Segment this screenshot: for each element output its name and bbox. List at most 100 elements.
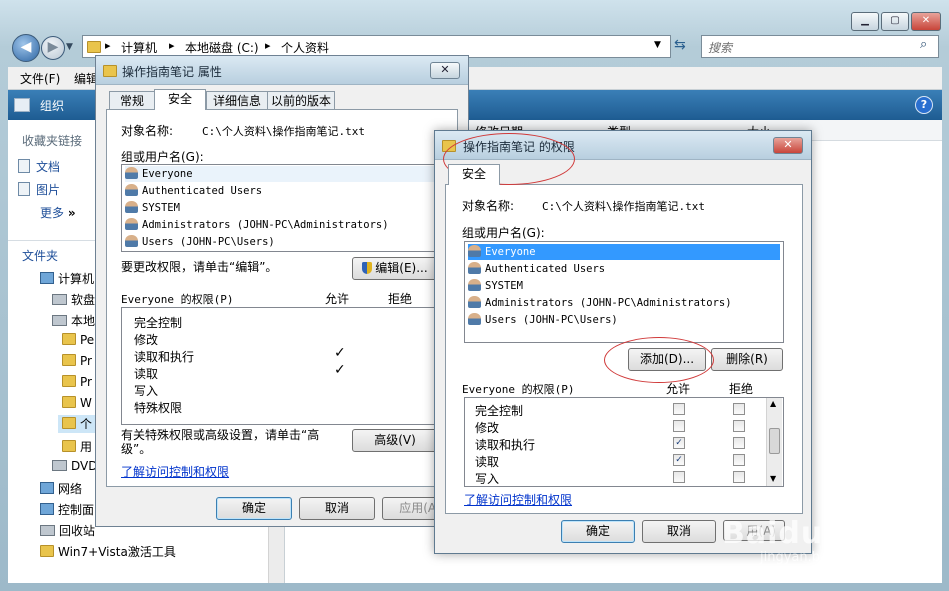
deny-checkbox[interactable] bbox=[733, 471, 745, 483]
address-sep-icon: ▸ bbox=[169, 39, 175, 52]
deny-checkbox[interactable] bbox=[733, 454, 745, 466]
tree-item[interactable]: Pe bbox=[62, 333, 94, 347]
permissions-cancel-button[interactable]: 取消 bbox=[642, 520, 716, 543]
list-item[interactable]: Authenticated Users bbox=[468, 261, 780, 277]
allow-checkbox[interactable] bbox=[673, 471, 685, 483]
tree-item[interactable]: 用 bbox=[62, 438, 92, 455]
list-item[interactable]: Users (JOHN-PC\Users) bbox=[125, 234, 449, 250]
help-icon[interactable]: ? bbox=[915, 96, 933, 114]
favorite-pictures[interactable]: 图片 bbox=[18, 181, 60, 198]
folder-icon bbox=[40, 545, 54, 557]
deny-checkbox[interactable] bbox=[733, 437, 745, 449]
scroll-up-icon[interactable]: ▲ bbox=[770, 399, 776, 408]
advanced-button[interactable]: 高级(V) bbox=[352, 429, 438, 452]
tree-item[interactable]: Win7+Vista激活工具 bbox=[40, 543, 176, 560]
users-listbox[interactable]: Everyone Authenticated Users SYSTEM Admi… bbox=[464, 241, 784, 343]
back-button[interactable]: ◀ bbox=[12, 34, 40, 62]
refresh-icon[interactable]: ⇆ bbox=[674, 37, 686, 53]
users-listbox[interactable]: Everyone Authenticated Users SYSTEM Admi… bbox=[121, 164, 453, 252]
tree-item[interactable]: Pr bbox=[62, 375, 92, 389]
tree-item[interactable]: 控制面 bbox=[40, 501, 94, 518]
permissions-close-button[interactable]: ✕ bbox=[773, 137, 803, 154]
allow-checkbox-checked[interactable]: ✓ bbox=[673, 437, 685, 449]
list-item[interactable]: Administrators (JOHN-PC\Administrators) bbox=[468, 295, 780, 311]
window-close-button[interactable]: ✕ bbox=[911, 12, 941, 31]
maximize-button[interactable]: ▢ bbox=[881, 12, 909, 31]
deny-checkbox[interactable] bbox=[733, 403, 745, 415]
list-item-selected[interactable]: Everyone bbox=[468, 244, 780, 260]
documents-icon bbox=[18, 159, 30, 173]
folder-icon bbox=[62, 396, 76, 408]
list-item[interactable]: Authenticated Users bbox=[125, 183, 449, 199]
address-crumb-computer[interactable]: 计算机 bbox=[121, 39, 157, 56]
tab-general[interactable]: 常规 bbox=[109, 91, 155, 110]
menu-file[interactable]: 文件(F) bbox=[20, 70, 60, 87]
list-item[interactable]: Everyone bbox=[125, 166, 449, 182]
tree-item[interactable]: 本地 bbox=[52, 312, 95, 329]
properties-ok-button[interactable]: 确定 bbox=[216, 497, 292, 520]
tree-item[interactable]: W bbox=[62, 396, 92, 410]
drive-icon bbox=[52, 294, 67, 305]
tree-item[interactable]: 回收站 bbox=[40, 522, 95, 539]
back-arrow-icon: ◀ bbox=[20, 39, 32, 55]
permissions-list: 完全控制 修改 读取和执行 读取 写入 ✓ ✓ ▲ ▼ bbox=[464, 397, 784, 487]
properties-title: 操作指南笔记 属性 bbox=[122, 65, 222, 79]
minimize-button[interactable]: ▁ bbox=[851, 12, 879, 31]
folder-icon bbox=[103, 65, 117, 77]
allow-header: 允许 bbox=[325, 292, 350, 306]
object-name-value: C:\个人资料\操作指南笔记.txt bbox=[542, 200, 705, 213]
deny-header: 拒绝 bbox=[388, 292, 413, 306]
favorite-more[interactable]: 更多 » bbox=[40, 204, 76, 221]
allow-checkbox[interactable] bbox=[673, 403, 685, 415]
tab-security[interactable]: 安全 bbox=[154, 89, 206, 110]
favorite-documents[interactable]: 文档 bbox=[18, 158, 60, 175]
tree-item[interactable]: 软盘 bbox=[52, 291, 95, 308]
organize-button[interactable]: 组织 bbox=[40, 97, 64, 114]
history-dropdown-icon[interactable]: ▼ bbox=[66, 42, 73, 52]
tree-item[interactable]: 计算机 bbox=[40, 270, 94, 287]
list-item[interactable]: SYSTEM bbox=[125, 200, 449, 216]
tree-item[interactable]: Pr bbox=[62, 354, 92, 368]
permissions-ok-button[interactable]: 确定 bbox=[561, 520, 635, 543]
users-group-icon bbox=[468, 296, 481, 308]
perm-name: 修改 bbox=[475, 421, 500, 435]
permissions-scrollbar[interactable]: ▲ ▼ bbox=[766, 398, 782, 486]
address-crumb-folder[interactable]: 个人资料 bbox=[281, 39, 329, 56]
permissions-header: Everyone 的权限(P) bbox=[462, 383, 575, 396]
scroll-thumb[interactable] bbox=[769, 428, 780, 454]
forward-button[interactable]: ▶ bbox=[41, 36, 65, 60]
properties-close-button[interactable]: ✕ bbox=[430, 62, 460, 79]
tab-details[interactable]: 详细信息 bbox=[206, 91, 268, 110]
tab-security[interactable]: 安全 bbox=[448, 164, 500, 185]
permissions-header: Everyone 的权限(P) bbox=[121, 293, 234, 306]
address-crumb-drive[interactable]: 本地磁盘 (C:) bbox=[185, 39, 259, 56]
computer-icon bbox=[40, 272, 54, 284]
recycle-bin-icon bbox=[40, 525, 55, 536]
watermark-url: jingyan.baidu.com bbox=[760, 550, 880, 565]
learn-access-link[interactable]: 了解访问控制和权限 bbox=[121, 463, 229, 480]
tree-item[interactable]: 网络 bbox=[40, 480, 82, 497]
search-input[interactable]: 搜索 bbox=[708, 39, 732, 56]
tree-item[interactable]: DVD bbox=[52, 459, 97, 473]
properties-cancel-button[interactable]: 取消 bbox=[299, 497, 375, 520]
folder-icon bbox=[62, 417, 76, 429]
list-item[interactable]: SYSTEM bbox=[468, 278, 780, 294]
list-item[interactable]: Administrators (JOHN-PC\Administrators) bbox=[125, 217, 449, 233]
list-item[interactable]: Users (JOHN-PC\Users) bbox=[468, 312, 780, 328]
search-icon[interactable]: ⌕ bbox=[920, 37, 927, 52]
favorites-heading: 收藏夹链接 bbox=[22, 134, 83, 148]
edit-button[interactable]: 编辑(E)... bbox=[352, 257, 438, 280]
remove-button[interactable]: 删除(R) bbox=[711, 348, 783, 371]
address-dropdown-icon[interactable]: ▼ bbox=[654, 40, 661, 50]
scroll-down-icon[interactable]: ▼ bbox=[770, 474, 776, 483]
object-name-label: 对象名称: bbox=[121, 124, 174, 138]
learn-access-link[interactable]: 了解访问控制和权限 bbox=[464, 491, 572, 508]
deny-checkbox[interactable] bbox=[733, 420, 745, 432]
perm-name: 写入 bbox=[475, 472, 500, 486]
users-group-icon bbox=[125, 184, 138, 196]
search-box[interactable]: 搜索 ⌕ bbox=[701, 35, 939, 58]
allow-checkbox-checked[interactable]: ✓ bbox=[673, 454, 685, 466]
allow-checkbox[interactable] bbox=[673, 420, 685, 432]
tab-previous-versions[interactable]: 以前的版本 bbox=[267, 91, 335, 110]
perm-name: 完全控制 bbox=[134, 316, 183, 330]
